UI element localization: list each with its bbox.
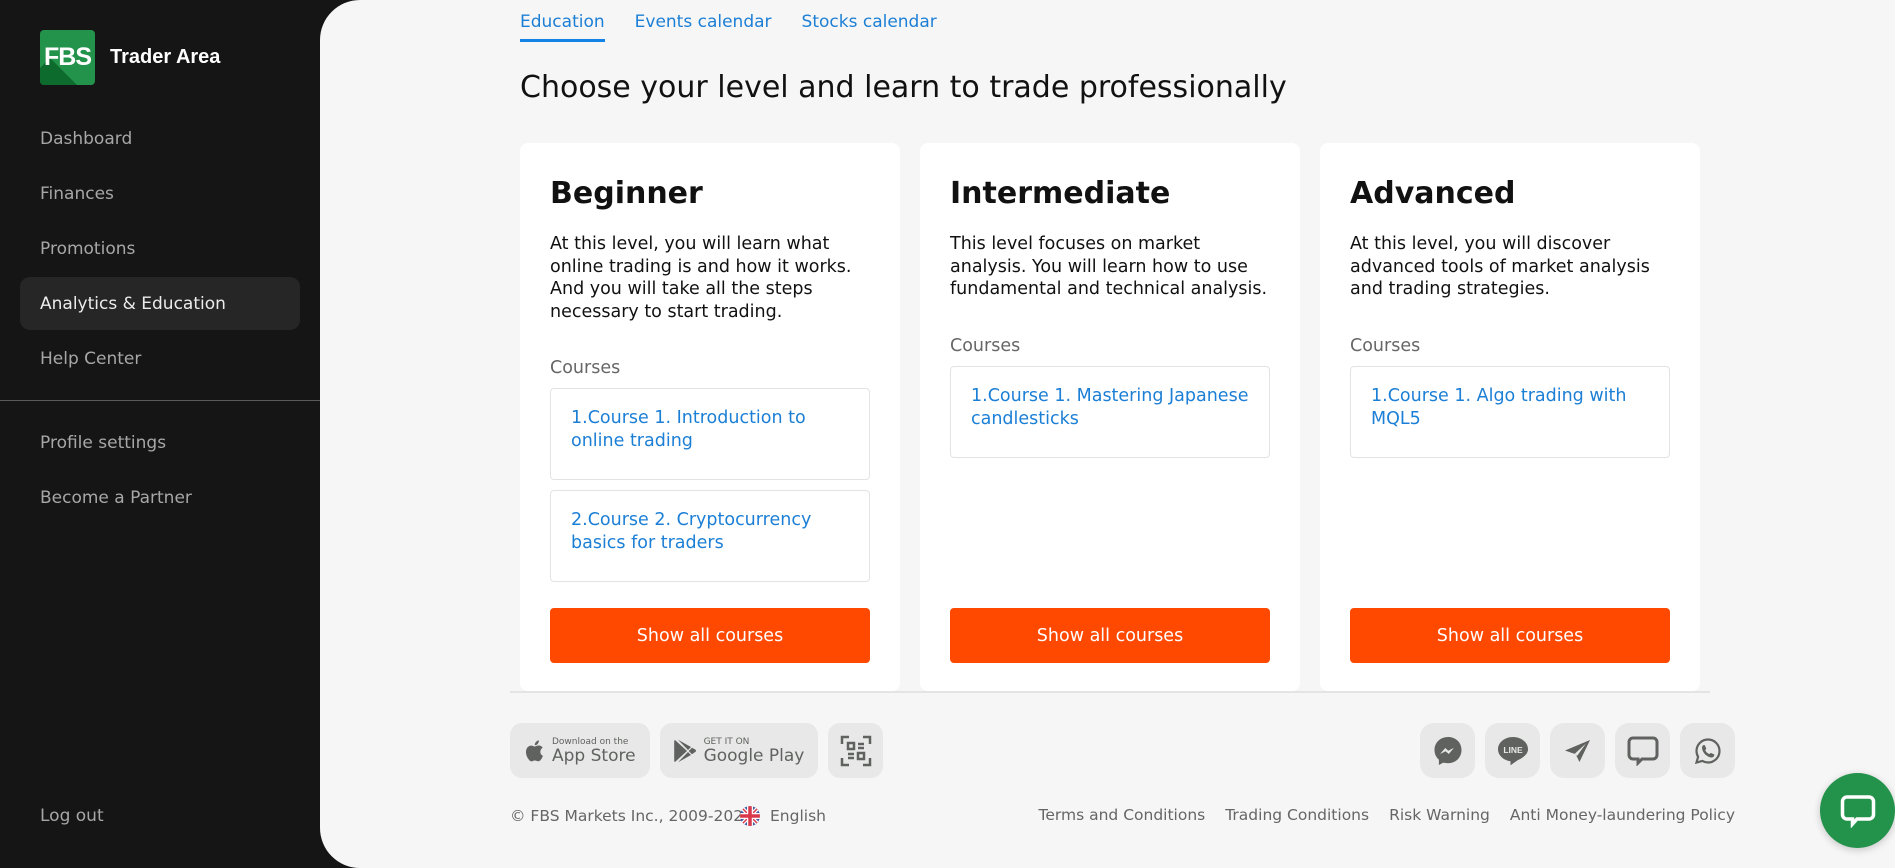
level-title: Beginner [550, 176, 703, 211]
fbs-logo-icon: FBS [40, 30, 95, 85]
logo[interactable]: FBS Trader Area [40, 30, 220, 85]
course-link[interactable]: 2.Course 2. Cryptocurrency basics for tr… [550, 490, 870, 582]
sidebar-item-finances[interactable]: Finances [20, 167, 300, 220]
course-link[interactable]: 1.Course 1. Algo trading with MQL5 [1350, 365, 1670, 458]
copyright-text: © FBS Markets Inc., 2009-2024 [510, 807, 753, 825]
tab-education[interactable]: Education [520, 12, 605, 42]
whatsapp-button[interactable] [1680, 723, 1735, 778]
level-description: At this level, you will discover advance… [1350, 234, 1650, 299]
show-all-courses-button[interactable]: Show all courses [1350, 608, 1670, 663]
app-store-small-label: Download on the [552, 736, 629, 747]
line-icon: LINE [1497, 736, 1528, 765]
qr-code-icon [840, 735, 872, 766]
chat-widget-button[interactable] [1820, 773, 1895, 848]
google-play-button[interactable]: GET IT ON Google Play [659, 723, 819, 778]
page-title: Choose your level and learn to trade pro… [520, 70, 1287, 105]
level-description: At this level, you will learn what onlin… [550, 234, 852, 322]
level-title: Advanced [1350, 176, 1516, 211]
messenger-button[interactable] [1420, 723, 1475, 778]
messenger-icon [1434, 736, 1461, 765]
show-all-courses-button[interactable]: Show all courses [550, 608, 870, 663]
app-store-links: Download on the App Store GET IT ON Goog… [510, 723, 884, 778]
uk-flag-icon [740, 806, 760, 826]
sidebar-nav: Dashboard Finances Promotions Analytics … [20, 112, 300, 387]
sidebar-item-become-partner[interactable]: Become a Partner [20, 471, 300, 524]
telegram-icon [1564, 739, 1590, 762]
live-chat-icon [1627, 736, 1658, 766]
google-play-icon [673, 739, 696, 762]
app-store-button[interactable]: Download on the App Store [510, 723, 650, 778]
courses-label: Courses [1350, 335, 1421, 356]
language-label: English [770, 807, 826, 825]
trading-conditions-link[interactable]: Trading Conditions [1225, 806, 1369, 824]
level-description: This level focuses on market analysis. Y… [950, 234, 1268, 299]
sidebar-item-analytics-education[interactable]: Analytics & Education [20, 277, 300, 330]
apple-icon [525, 739, 543, 761]
course-link[interactable]: 1.Course 1. Mastering Japanese candlesti… [950, 365, 1270, 458]
main-content: Education Events calendar Stocks calenda… [320, 0, 1895, 868]
aml-policy-link[interactable]: Anti Money-laundering Policy [1510, 806, 1735, 824]
logout-link[interactable]: Log out [40, 806, 104, 826]
show-all-courses-button[interactable]: Show all courses [950, 608, 1270, 663]
level-cards: Beginner At this level, you will learn w… [520, 143, 1700, 691]
level-card-beginner: Beginner At this level, you will learn w… [520, 143, 900, 691]
line-logo-text: LINE [1503, 745, 1523, 755]
sidebar-item-promotions[interactable]: Promotions [20, 222, 300, 275]
language-selector[interactable]: English [740, 806, 826, 826]
whatsapp-icon [1694, 737, 1721, 764]
level-card-intermediate: Intermediate This level focuses on marke… [920, 143, 1300, 691]
sidebar: FBS Trader Area Dashboard Finances Promo… [0, 0, 320, 868]
logo-mark-text: FBS [44, 43, 92, 71]
telegram-button[interactable] [1550, 723, 1605, 778]
app-title: Trader Area [110, 46, 221, 68]
sidebar-item-dashboard[interactable]: Dashboard [20, 112, 300, 165]
terms-link[interactable]: Terms and Conditions [1039, 806, 1206, 824]
google-play-small-label: GET IT ON [703, 736, 750, 747]
footer-divider [510, 691, 1710, 693]
tab-stocks-calendar[interactable]: Stocks calendar [802, 12, 937, 42]
course-link[interactable]: 1.Course 1. Introduction to online tradi… [550, 388, 870, 480]
google-play-label: Google Play [703, 745, 805, 766]
sidebar-divider [0, 400, 320, 401]
level-card-advanced: Advanced At this level, you will discove… [1320, 143, 1700, 691]
social-links: LINE [1420, 723, 1735, 778]
live-chat-button[interactable] [1615, 723, 1670, 778]
app-store-label: App Store [552, 745, 636, 766]
tab-bar: Education Events calendar Stocks calenda… [520, 12, 967, 42]
level-title: Intermediate [950, 176, 1171, 211]
sidebar-item-profile-settings[interactable]: Profile settings [20, 416, 300, 469]
legal-links: Terms and Conditions Trading Conditions … [1039, 806, 1735, 824]
courses-label: Courses [550, 358, 621, 378]
risk-warning-link[interactable]: Risk Warning [1389, 806, 1490, 824]
qr-code-button[interactable] [828, 723, 884, 778]
sidebar-item-help-center[interactable]: Help Center [20, 332, 300, 385]
chat-bubble-icon [1840, 794, 1875, 828]
line-button[interactable]: LINE [1485, 723, 1540, 778]
sidebar-secondary-nav: Profile settings Become a Partner [20, 416, 300, 526]
tab-events-calendar[interactable]: Events calendar [635, 12, 772, 42]
courses-label: Courses [950, 335, 1021, 356]
